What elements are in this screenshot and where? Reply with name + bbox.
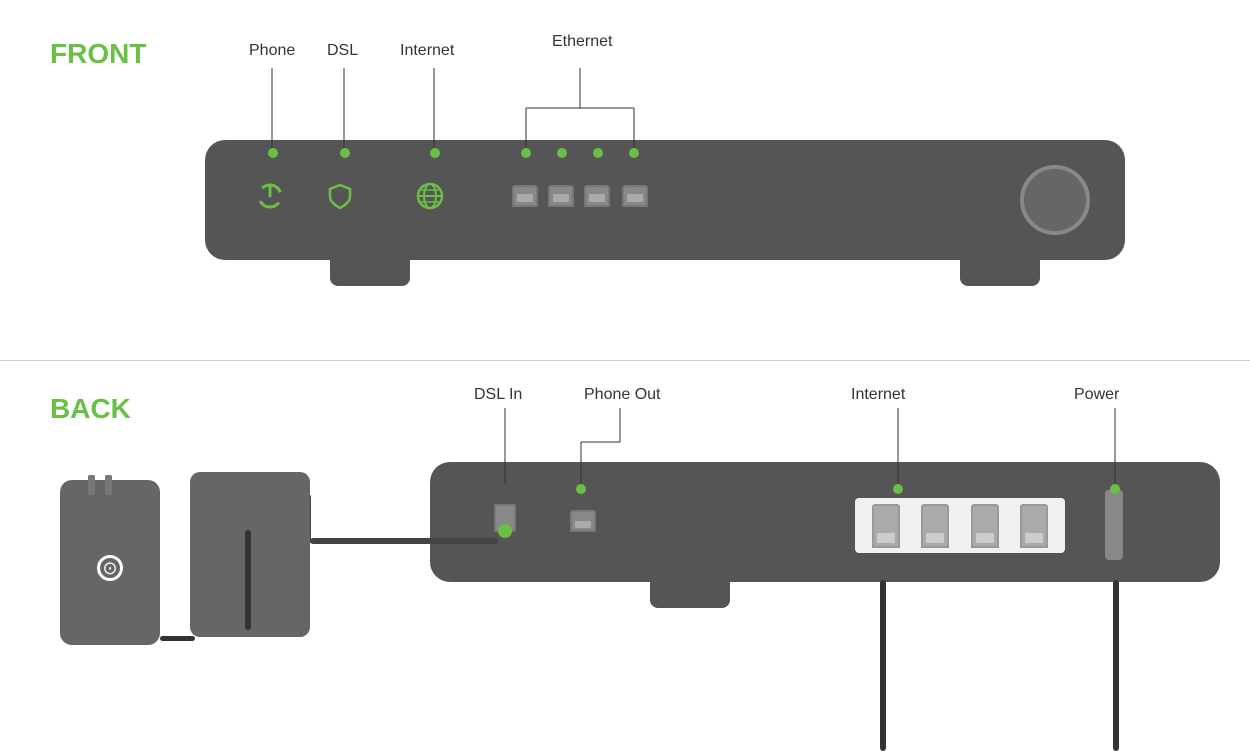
eth3-led: [593, 148, 603, 158]
back-eth-port-3: [971, 504, 999, 548]
phone-label: Phone: [249, 42, 295, 60]
dsl-in-label: DSL In: [474, 386, 522, 404]
back-section-label: BACK: [50, 393, 131, 425]
phone-out-led: [576, 484, 586, 494]
front-section-label: FRONT: [50, 38, 146, 70]
ethernet-port-3: [584, 185, 610, 207]
eth1-led: [521, 148, 531, 158]
globe-icon: [412, 178, 448, 214]
internet-back-led: [893, 484, 903, 494]
dsl-led: [340, 148, 350, 158]
power-connector: [1105, 490, 1123, 560]
ethernet-label: Ethernet: [552, 33, 612, 51]
prong-left: [88, 475, 95, 495]
back-router-body: [430, 462, 1220, 582]
power-cable: [1113, 580, 1119, 751]
ethernet-port-2: [548, 185, 574, 207]
dsl-label: DSL: [327, 42, 358, 60]
wall-adapter-cable: [160, 636, 195, 641]
internet-back-label: Internet: [851, 386, 905, 404]
dsl-cable: [310, 538, 498, 544]
back-eth-port-4: [1020, 504, 1048, 548]
phone-out-label: Phone Out: [584, 386, 661, 404]
internet-led: [430, 148, 440, 158]
power-label: Power: [1074, 386, 1119, 404]
power-icon: [252, 178, 288, 214]
power-led: [1110, 484, 1120, 494]
outlet-icon: ⊙: [97, 555, 123, 581]
eth4-led: [629, 148, 639, 158]
internet-label: Internet: [400, 42, 454, 60]
wps-button[interactable]: [1020, 165, 1090, 235]
eth2-led: [557, 148, 567, 158]
internet-cable: [880, 580, 886, 751]
back-eth-port-2: [921, 504, 949, 548]
phone-led: [268, 148, 278, 158]
ethernet-port-1: [512, 185, 538, 207]
phone-out-port: [570, 510, 596, 532]
section-divider: [0, 360, 1250, 361]
ethernet-port-4: [622, 185, 648, 207]
internet-port-cluster: [855, 498, 1065, 553]
front-foot-right: [960, 258, 1040, 286]
front-foot-left: [330, 258, 410, 286]
dsl-in-led: [498, 524, 512, 538]
back-eth-port-1: [872, 504, 900, 548]
back-foot: [650, 580, 730, 608]
usb-cable: [245, 530, 251, 630]
prong-right: [105, 475, 112, 495]
shield-icon: [322, 178, 358, 214]
